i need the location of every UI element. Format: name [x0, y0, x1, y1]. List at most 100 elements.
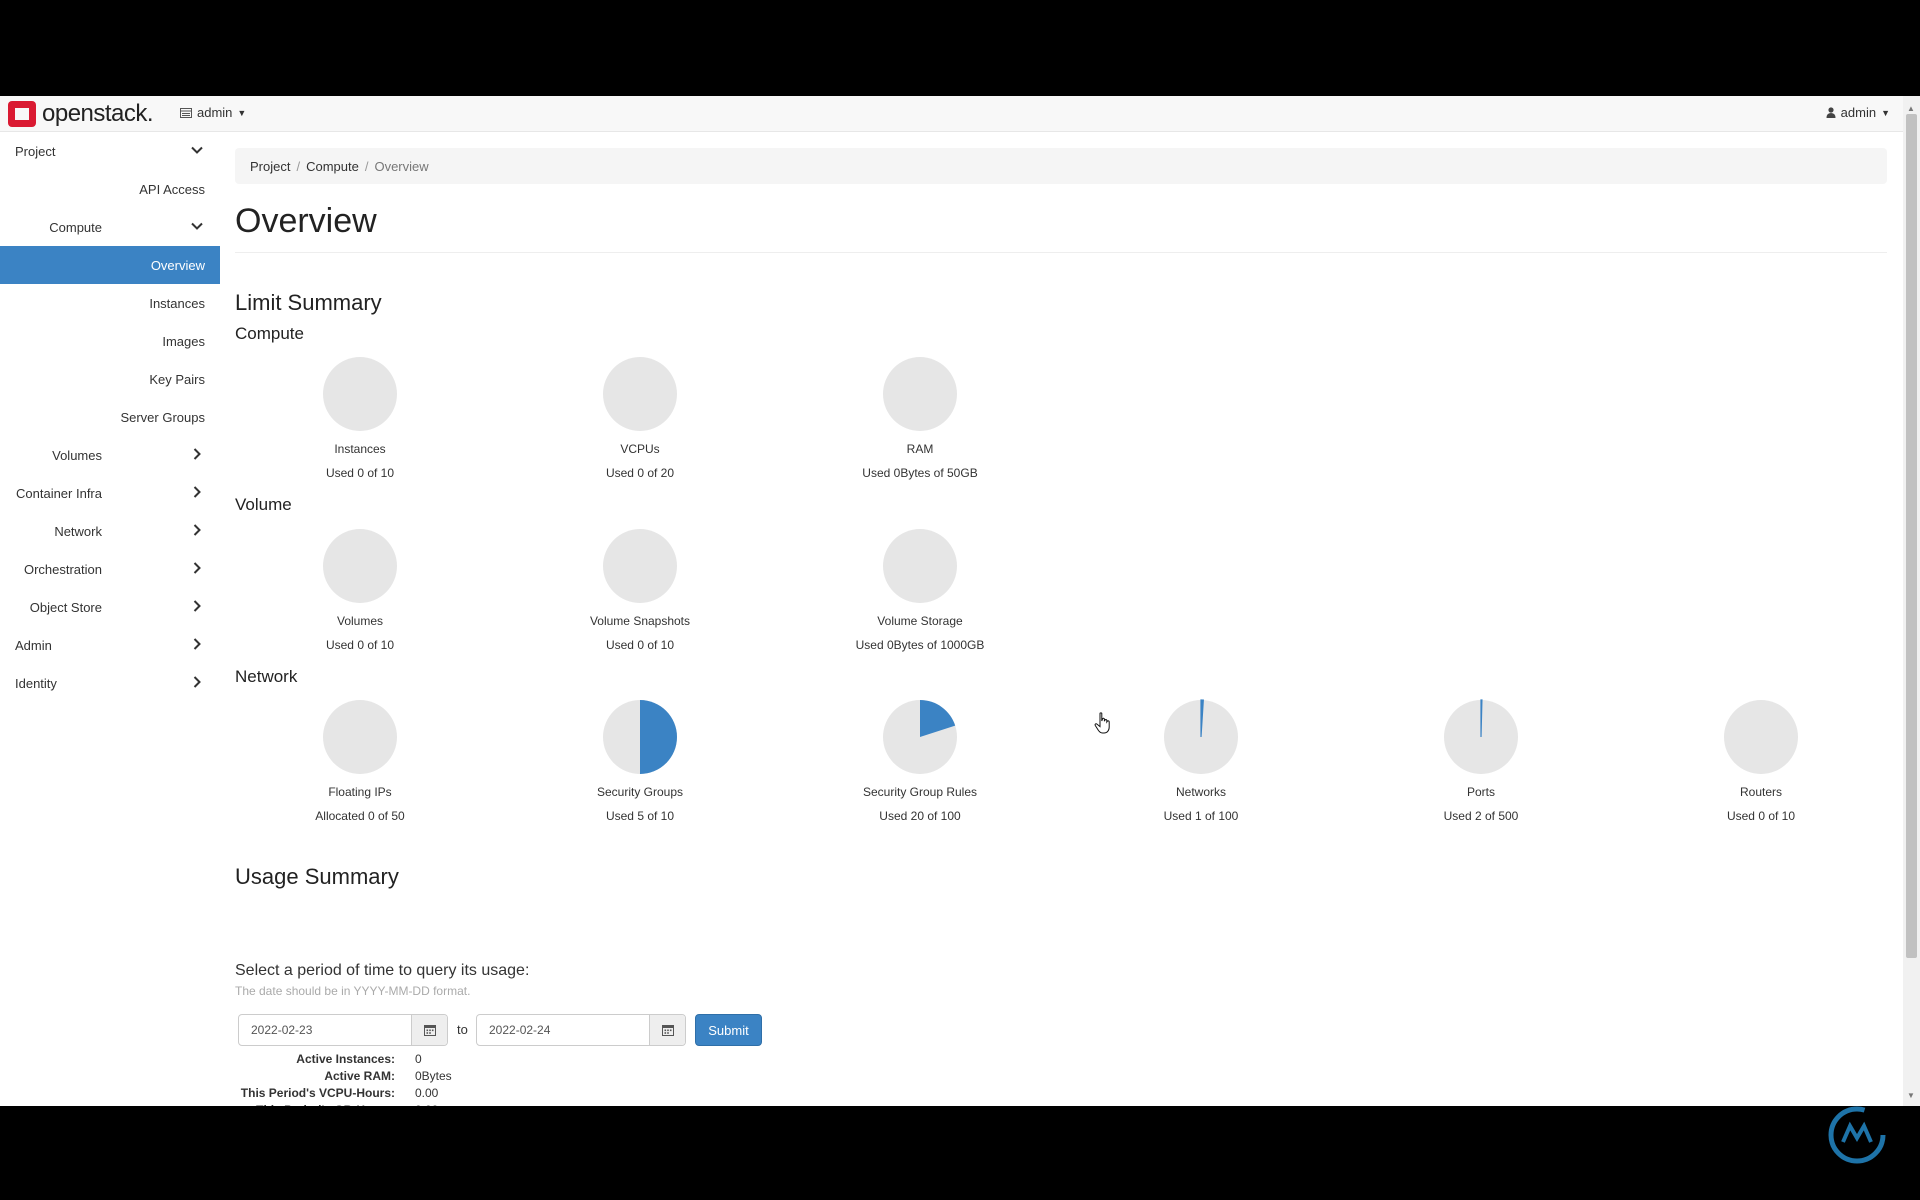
sidebar-item-volumes[interactable]: Volumes — [0, 436, 220, 474]
pie-usage-text: Used 0 of 10 — [325, 638, 395, 652]
calendar-icon[interactable] — [411, 1015, 447, 1045]
usage-stat-key: Active Instances: — [296, 1051, 395, 1066]
top-navbar: openstack. admin ▼ admin ▼ — [0, 96, 1920, 132]
sidebar-item-label: Project — [15, 143, 56, 159]
usage-stat-row: Active Instances: 0 — [235, 1050, 452, 1067]
pie-graphic — [603, 700, 677, 774]
usage-stat-row: Active RAM: 0Bytes — [235, 1067, 452, 1084]
sidebar-item-orchestration[interactable]: Orchestration — [0, 550, 220, 588]
scroll-down-arrow-icon[interactable]: ▼ — [1907, 1091, 1915, 1100]
pie-usage-text: Used 2 of 500 — [1443, 809, 1519, 823]
pie-graphic — [1724, 700, 1798, 774]
title-divider — [235, 252, 1887, 253]
chevron-right-icon — [190, 447, 204, 461]
limit-group-heading: Network — [235, 667, 298, 686]
usage-help-text: The date should be in YYYY-MM-DD format. — [235, 984, 471, 998]
openstack-logo[interactable]: openstack. — [8, 100, 154, 128]
usage-stat-value: 0Bytes — [415, 1068, 452, 1083]
sidebar-item-api-access[interactable]: API Access — [0, 170, 220, 208]
sidebar-item-label: Key Pairs — [149, 371, 205, 387]
limit-pie-chart: Instances Used 0 of 10 — [260, 356, 460, 480]
project-icon — [180, 107, 192, 118]
sidebar-item-label: Instances — [149, 295, 205, 311]
usage-stat-key: This Period's VCPU-Hours: — [240, 1085, 395, 1100]
sidebar-item-network[interactable]: Network — [0, 512, 220, 550]
chevron-right-icon — [190, 485, 204, 499]
usage-summary-heading: Usage Summary — [235, 864, 399, 889]
project-switcher[interactable]: admin ▼ — [180, 105, 246, 120]
chevron-right-icon — [190, 523, 204, 537]
sidebar-item-label: Identity — [15, 675, 57, 691]
limit-pie-chart: Security Group Rules Used 20 of 100 — [820, 699, 1020, 823]
pie-label: Routers — [1739, 785, 1783, 799]
pie-remaining-slice — [1724, 700, 1798, 774]
pie-graphic — [1164, 699, 1238, 774]
pie-label: Volume Snapshots — [589, 614, 691, 628]
pie-label: Ports — [1466, 785, 1495, 799]
pie-label: Volume Storage — [877, 614, 963, 628]
limit-pie-chart: Volumes Used 0 of 10 — [260, 528, 460, 652]
sidebar-item-server-groups[interactable]: Server Groups — [0, 398, 220, 436]
usage-stat-value: 0.00 — [415, 1085, 439, 1100]
pie-usage-text: Used 1 of 100 — [1163, 809, 1239, 823]
pie-remaining-slice — [323, 529, 397, 603]
usage-stat-value: 0.00 — [415, 1103, 438, 1107]
end-date-field — [476, 1014, 686, 1046]
pie-graphic — [1444, 699, 1518, 774]
limit-summary-heading: Limit Summary — [235, 290, 382, 315]
pie-used-slice — [640, 700, 677, 774]
usage-stat-key: Active RAM: — [324, 1068, 395, 1083]
pie-graphic — [323, 700, 397, 774]
chevron-right-icon — [190, 637, 204, 651]
breadcrumb-project[interactable]: Project — [250, 159, 290, 174]
breadcrumb-compute[interactable]: Compute — [306, 159, 359, 174]
usage-stat-row: This Period's VCPU-Hours: 0.00 — [235, 1084, 452, 1101]
start-date-field — [238, 1014, 448, 1046]
pie-row: Floating IPs Allocated 0 of 50 Security Gr… — [235, 699, 1887, 829]
sidebar-item-images[interactable]: Images — [0, 322, 220, 360]
end-date-input[interactable] — [477, 1015, 649, 1045]
sidebar-item-project[interactable]: Project — [0, 132, 220, 170]
limit-pie-chart: Volume Storage Used 0Bytes of 1000GB — [820, 528, 1020, 652]
chevron-down-icon — [190, 143, 204, 157]
limit-pie-chart: RAM Used 0Bytes of 50GB — [820, 356, 1020, 480]
pie-row: Instances Used 0 of 10 VCPUs Used 0 of 20 RA… — [235, 356, 1887, 486]
sidebar-item-overview[interactable]: Overview — [0, 246, 220, 284]
pie-graphic — [883, 357, 957, 431]
usage-prompt: Select a period of time to query its usa… — [235, 962, 530, 979]
sidebar-item-label: Compute — [49, 219, 102, 235]
calendar-icon[interactable] — [649, 1015, 685, 1045]
pie-label: VCPUs — [620, 442, 660, 456]
submit-button[interactable]: Submit — [695, 1014, 762, 1046]
pie-usage-text: Used 0 of 20 — [605, 466, 675, 480]
sidebar-nav: Project API Access Compute Overview Instance… — [0, 132, 220, 702]
scroll-up-arrow-icon[interactable]: ▲ — [1907, 104, 1915, 113]
pie-label: Networks — [1175, 785, 1226, 799]
sidebar-item-compute[interactable]: Compute — [0, 208, 220, 246]
sidebar-item-admin[interactable]: Admin — [0, 626, 220, 664]
start-date-input[interactable] — [239, 1015, 411, 1045]
limit-pie-chart: Ports Used 2 of 500 — [1381, 699, 1581, 823]
page-scrollbar[interactable]: ▲ ▼ — [1903, 96, 1920, 1106]
sidebar-item-instances[interactable]: Instances — [0, 284, 220, 322]
page-title: Overview — [235, 202, 377, 240]
sidebar-item-key-pairs[interactable]: Key Pairs — [0, 360, 220, 398]
sidebar-item-object-store[interactable]: Object Store — [0, 588, 220, 626]
pie-remaining-slice — [323, 700, 397, 774]
sidebar-item-label: Container Infra — [16, 485, 102, 501]
breadcrumb: Project / Compute / Overview — [235, 148, 1887, 184]
user-menu[interactable]: admin ▼ — [1826, 105, 1890, 120]
recording-watermark-icon — [1828, 1106, 1886, 1164]
sidebar-item-identity[interactable]: Identity — [0, 664, 220, 702]
pie-label: Security Group Rules — [862, 785, 978, 799]
sidebar-item-label: Server Groups — [120, 409, 205, 425]
scrollbar-thumb[interactable] — [1906, 114, 1917, 958]
sidebar-item-container-infra[interactable]: Container Infra — [0, 474, 220, 512]
limit-pie-chart: Volume Snapshots Used 0 of 10 — [540, 528, 740, 652]
pie-graphic — [603, 357, 677, 431]
sidebar-item-label: Object Store — [29, 599, 102, 615]
sidebar-item-label: Admin — [15, 637, 52, 653]
chevron-down-icon — [190, 219, 204, 233]
pie-usage-text: Used 0Bytes of 50GB — [862, 466, 978, 480]
chevron-right-icon — [190, 561, 204, 575]
